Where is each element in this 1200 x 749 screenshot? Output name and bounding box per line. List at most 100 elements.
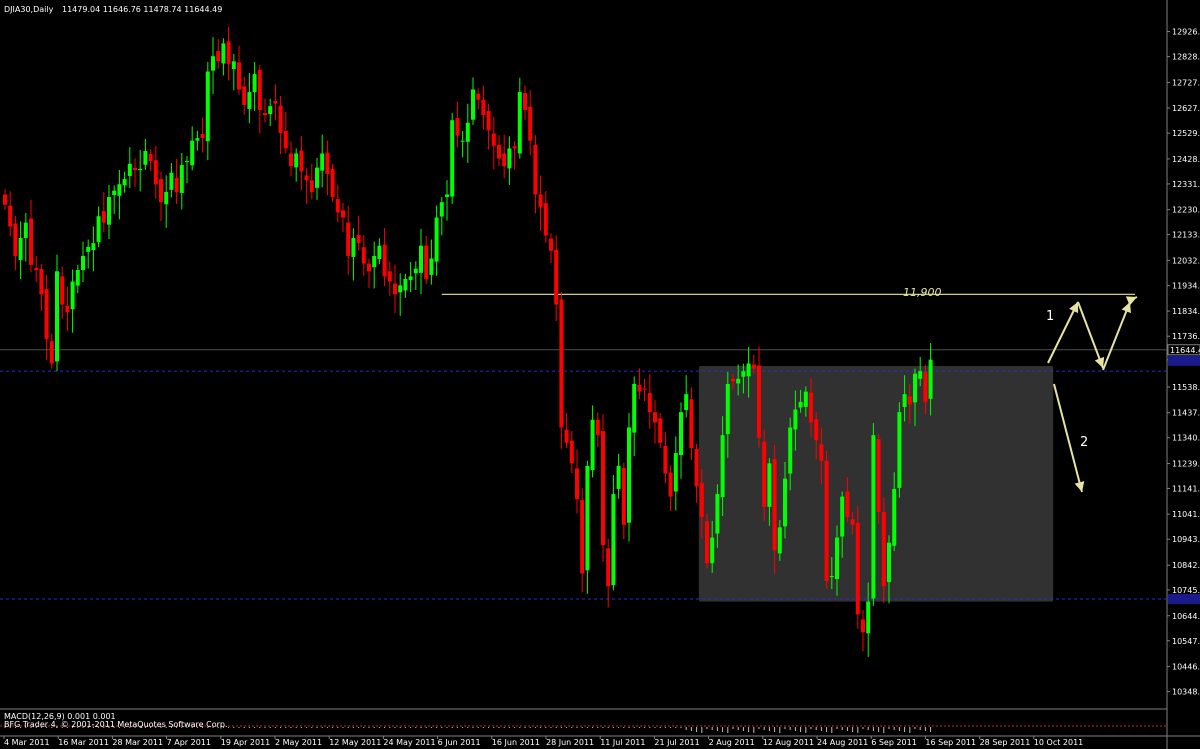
candle-body — [866, 601, 871, 634]
scenario-1-label: 1 — [1046, 309, 1054, 324]
candle-body — [112, 190, 117, 195]
candle-body — [835, 537, 839, 580]
candle-body — [117, 184, 122, 196]
candle-body — [361, 247, 366, 264]
y-tick-label: 11934.01 — [1172, 282, 1200, 291]
candle-body — [450, 120, 455, 197]
chart-canvas[interactable]: 12926.55 12828.23 12727.09 12627.62 12529.50… — [0, 0, 1200, 749]
candle-body — [330, 168, 335, 198]
candle-body — [564, 429, 569, 443]
x-tick-label: 28 Mar 2011 — [112, 738, 163, 747]
candle-body — [689, 399, 694, 448]
candle-body — [226, 41, 231, 64]
candle-body — [283, 130, 288, 149]
candle-body — [715, 494, 720, 534]
candle-body — [819, 444, 824, 461]
candle-body — [221, 43, 226, 64]
candle-body — [783, 478, 787, 527]
y-tick-label: 12032.81 — [1172, 256, 1200, 265]
x-tick-label: 6 Sep 2011 — [871, 738, 917, 747]
candle-body — [335, 199, 340, 213]
candle-body — [762, 441, 767, 507]
candle-body — [559, 299, 564, 428]
candle-body — [803, 391, 808, 407]
candle-body — [840, 496, 845, 537]
y-tick-label: 12828.23 — [1172, 53, 1200, 62]
candle-body — [887, 542, 891, 583]
candle-body — [268, 106, 273, 115]
candle-body — [60, 276, 65, 305]
y-tick-label: 12926.55 — [1172, 27, 1200, 36]
x-tick-label: 19 Apr 2011 — [221, 738, 270, 747]
candle-body — [798, 401, 803, 408]
candle-body — [829, 575, 834, 578]
level-label-11900: 11,900 — [903, 286, 942, 299]
candle-body — [476, 93, 481, 100]
candle-body — [595, 419, 600, 436]
candle-body — [731, 378, 735, 382]
candle-body — [606, 548, 611, 587]
macd-label: MACD(12,26,9) 0.001 0.001 — [4, 712, 116, 721]
candle-body — [153, 160, 158, 185]
y-tick-label: 10446.11 — [1172, 663, 1200, 672]
candle-body — [471, 89, 475, 120]
candle-body — [653, 412, 657, 423]
candle-body — [356, 234, 361, 244]
x-tick-label: 28 Jun 2011 — [546, 738, 594, 747]
candle-body — [481, 99, 486, 116]
candle-body — [512, 146, 517, 149]
candle-body — [299, 150, 304, 172]
candle-body — [684, 394, 689, 411]
candle-body — [377, 245, 382, 259]
candle-body — [575, 468, 579, 500]
candle-body — [907, 396, 912, 405]
x-tick-label: 7 Apr 2011 — [167, 738, 211, 747]
x-tick-label: 11 Jul 2011 — [600, 738, 645, 747]
candle-body — [902, 394, 907, 407]
candle-body — [309, 180, 314, 192]
y-tick-label: 11141.88 — [1172, 484, 1200, 493]
candle-body — [741, 371, 746, 377]
candle-body — [751, 364, 756, 369]
candle-body — [34, 267, 39, 271]
candle-body — [273, 101, 278, 104]
candle-body — [601, 431, 605, 546]
candle-body — [590, 419, 595, 470]
y-tick-label: 11041.84 — [1172, 510, 1200, 519]
y-tick-label: 10842.04 — [1172, 561, 1200, 570]
candle-body — [621, 467, 626, 525]
candle-body — [211, 56, 215, 71]
candle-body — [824, 460, 829, 582]
candle-body — [767, 463, 772, 507]
candle-body — [367, 263, 371, 272]
candle-body — [777, 527, 782, 554]
candle-body — [517, 92, 522, 154]
candle-body — [793, 409, 798, 430]
candle-body — [439, 202, 444, 217]
candle-body — [231, 61, 236, 70]
y-tick-label: 11340.03 — [1172, 434, 1200, 443]
candle-body — [679, 412, 683, 456]
consolidation-range-box — [698, 366, 1054, 602]
price-chart[interactable]: 12926.55 12828.23 12727.09 12627.62 12529.50… — [0, 0, 1200, 749]
chart-symbol: DJIA30,Daily — [4, 5, 54, 14]
candle-body — [133, 167, 137, 171]
y-tick-label: 11538.32 — [1172, 383, 1200, 392]
y-tick-label: 11736.40 — [1172, 332, 1200, 341]
candle-body — [247, 92, 252, 109]
candle-body — [44, 289, 49, 340]
candle-body — [65, 305, 70, 313]
candle-body — [632, 383, 637, 433]
candle-body — [387, 271, 392, 282]
candle-body — [263, 113, 267, 116]
candle-body — [486, 111, 491, 131]
y-tick-label: 11239.41 — [1172, 459, 1200, 468]
candle-body — [205, 71, 210, 142]
level-price-marker — [1168, 355, 1200, 366]
candle-body — [923, 372, 928, 402]
candle-body — [465, 122, 470, 142]
candle-body — [351, 238, 356, 257]
candle-body — [127, 163, 132, 177]
candle-body — [736, 378, 741, 384]
candle-body — [523, 93, 527, 110]
